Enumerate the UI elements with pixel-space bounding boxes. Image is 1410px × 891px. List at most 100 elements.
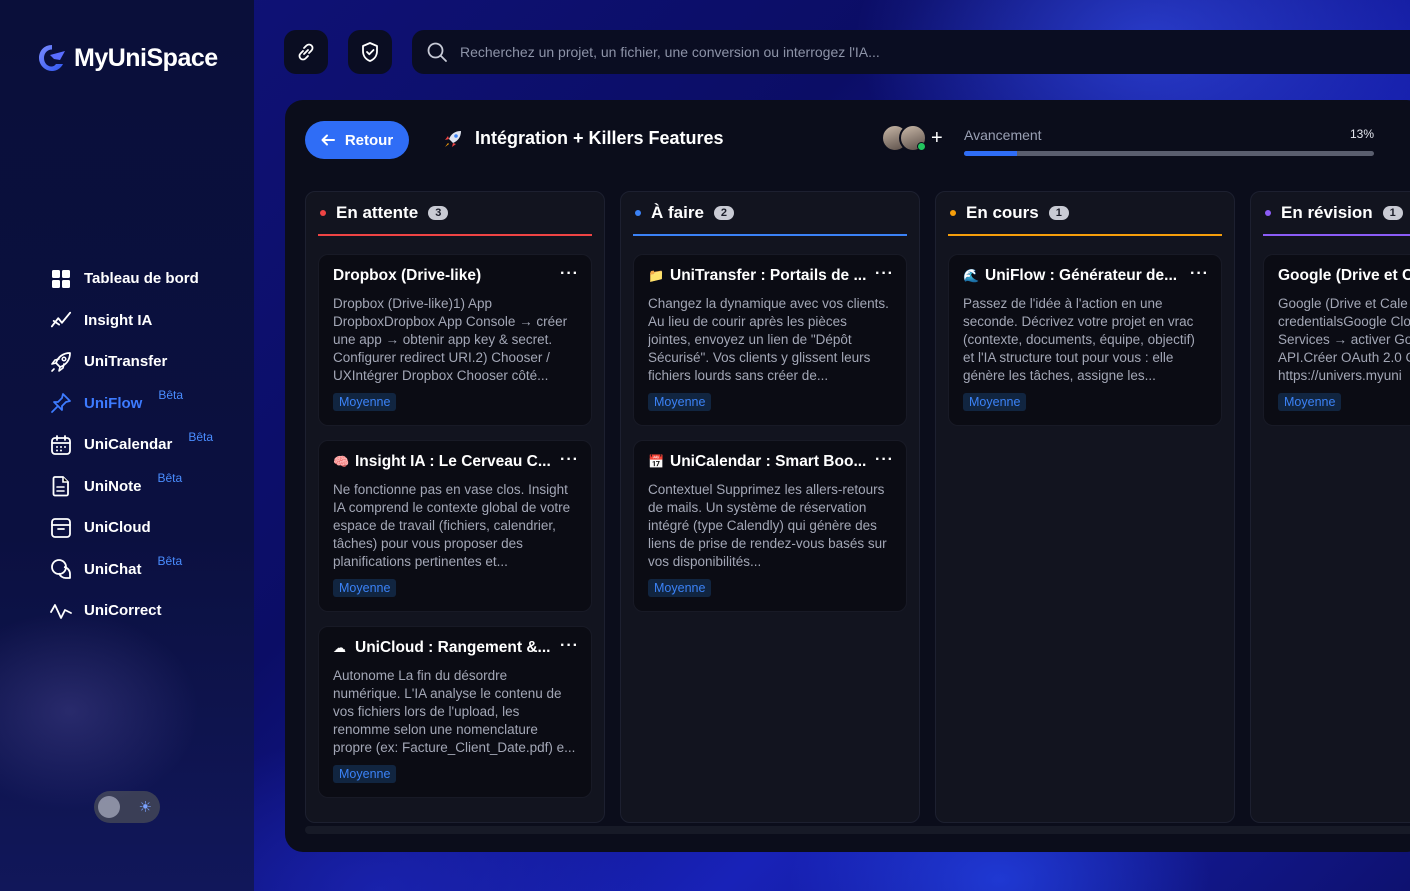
progress-label: Avancement [964,127,1042,143]
brain-icon: 🧠 [333,454,350,469]
card-description: Contextuel Supprimez les allers-retours … [648,482,887,569]
column-status-dot [635,210,641,216]
priority-tag: Moyenne [333,579,397,597]
card-title: UniFlow : Générateur de... [985,267,1178,284]
column-count: 2 [713,206,735,220]
card-title: Insight IA : Le Cerveau C... [355,453,551,470]
horizontal-scrollbar[interactable] [305,826,1410,834]
project-title-text: Intégration + Killers Features [475,128,724,148]
sun-icon: ☀ [138,799,152,816]
column-name: À faire [651,203,704,222]
task-card[interactable]: ☁ UniCloud : Rangement &... ··· Autonome … [318,626,592,798]
online-indicator [917,142,926,151]
calendar-icon: 📅 [648,454,665,469]
column-count: 1 [1048,206,1069,220]
more-options-icon[interactable]: ··· [1190,265,1209,283]
sidebar-item-unicloud[interactable]: UniCloud [50,507,250,549]
beta-badge: Bêta [157,471,183,486]
sidebar-item-unicalendar[interactable]: UniCalendar Bêta [50,424,250,466]
sidebar-item-dashboard[interactable]: Tableau de bord [50,258,250,300]
beta-badge: Bêta [158,388,184,403]
arrow-left-icon [321,134,335,146]
dashboard-icon [50,268,72,290]
progress-section: Avancement 13% [964,127,1374,156]
progress-fill [964,151,1018,156]
sidebar-item-label: UniCalendar [84,436,173,454]
sidebar-item-label: Insight IA [84,311,153,329]
chat-icon [50,558,72,580]
link-button[interactable] [284,30,328,74]
search-icon [427,42,447,62]
task-card[interactable]: Dropbox (Drive-like) ··· Dropbox (Drive-… [318,254,592,426]
card-description: Dropbox (Drive-like)1) App DropboxDropbo… [333,296,568,383]
sidebar-item-label: UniCorrect [84,602,162,620]
project-title: Intégration + Killers Features [443,128,724,149]
toggle-knob [98,796,120,818]
avatar[interactable] [899,124,927,152]
team-avatars[interactable]: + [881,124,943,152]
card-description: Autonome La fin du désordre numérique. L… [333,668,576,755]
card-description: Ne fonctionne pas en vase clos. Insight … [333,482,571,569]
column-status-dot [1265,210,1271,216]
sidebar-item-uniflow[interactable]: UniFlow Bêta [50,383,250,425]
sidebar-item-unichat[interactable]: UniChat Bêta [50,549,250,591]
card-description: Passez de l'idée à l'action en une secon… [963,296,1195,383]
theme-toggle[interactable]: ☀ [94,791,160,823]
task-card[interactable]: 📁 UniTransfer : Portails de ... ··· Chang… [633,254,907,426]
task-card[interactable]: 🌊 UniFlow : Générateur de... ··· Passez d… [948,254,1222,426]
column-status-dot [320,210,326,216]
more-options-icon[interactable]: ··· [560,637,579,655]
card-description: Changez la dynamique avec vos clients. A… [648,296,889,383]
sidebar-item-uninote[interactable]: UniNote Bêta [50,466,250,508]
task-card[interactable]: 🧠 Insight IA : Le Cerveau C... ··· Ne fon… [318,440,592,612]
back-button[interactable]: Retour [305,121,409,159]
more-options-icon[interactable]: ··· [875,451,894,469]
card-title: UniCalendar : Smart Boo... [670,453,867,470]
task-card[interactable]: Google (Drive et C Google (Drive et Cale… [1263,254,1410,426]
column-name: En révision [1281,203,1373,222]
more-options-icon[interactable]: ··· [875,265,894,283]
shield-check-icon [362,42,378,62]
card-description: Google (Drive et Cale credentialsGoogle … [1278,296,1410,383]
column-en-cours: En cours 1 🌊 UniFlow : Générateur de... ·… [935,191,1235,823]
column-en-revision: En révision 1 Google (Drive et C Google … [1250,191,1410,823]
security-button[interactable] [348,30,392,74]
sidebar-item-label: UniCloud [84,519,151,537]
column-count: 1 [1382,206,1403,220]
card-title: UniCloud : Rangement &... [355,639,551,656]
sidebar-item-label: UniNote [84,477,142,495]
beta-badge: Bêta [188,429,214,444]
column-name: En cours [966,203,1039,222]
column-divider [948,234,1222,236]
search-bar[interactable] [412,30,1410,74]
insight-icon [50,309,72,331]
app-name: MyUniSpace [74,43,218,72]
column-en-attente: En attente 3 Dropbox (Drive-like) ··· Dr… [305,191,605,823]
more-options-icon[interactable]: ··· [560,451,579,469]
priority-tag: Moyenne [648,579,712,597]
search-input[interactable] [460,44,1360,60]
back-label: Retour [344,131,394,149]
progress-bar [964,151,1374,156]
column-divider [633,234,907,236]
cloud-icon: ☁ [333,640,346,655]
priority-tag: Moyenne [963,393,1027,411]
sidebar-item-unicorrect[interactable]: UniCorrect [50,590,250,632]
priority-tag: Moyenne [648,393,712,411]
sidebar-item-label: UniChat [84,560,142,578]
sidebar-item-insight-ia[interactable]: Insight IA [50,300,250,342]
cloud-box-icon [50,517,72,539]
priority-tag: Moyenne [1278,393,1342,411]
priority-tag: Moyenne [333,393,397,411]
sidebar-item-unitransfer[interactable]: UniTransfer [50,341,250,383]
task-card[interactable]: 📅 UniCalendar : Smart Boo... ··· Contextu… [633,440,907,612]
more-options-icon[interactable]: ··· [560,265,579,283]
calendar-icon [50,434,72,456]
add-member-icon[interactable]: + [931,127,943,150]
wave-icon: 🌊 [963,268,980,283]
sidebar-nav: Tableau de bord Insight IA UniTransfer U… [50,258,250,632]
column-status-dot [950,210,956,216]
logo-icon [39,45,65,71]
sidebar: MyUniSpace Tableau de bord Insight IA Un… [0,0,254,891]
app-logo[interactable]: MyUniSpace [36,42,218,74]
